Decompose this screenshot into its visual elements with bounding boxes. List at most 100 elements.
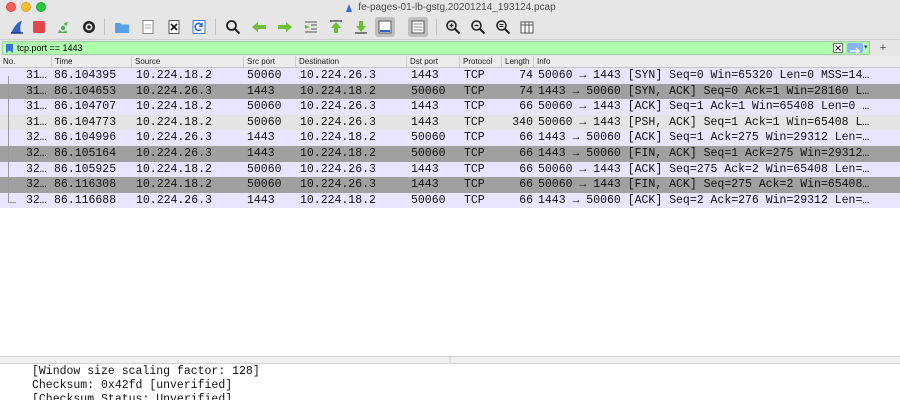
table-row[interactable]: 31… 86.104395 10.224.18.2 50060 10.224.26.3 1… bbox=[0, 68, 900, 84]
save-file-button[interactable] bbox=[139, 18, 157, 36]
detail-line[interactable]: [Window size scaling factor: 128] bbox=[32, 364, 260, 379]
zoom-in-button[interactable] bbox=[444, 18, 462, 36]
packet-length: 74 bbox=[519, 69, 533, 82]
autoscroll-button[interactable] bbox=[375, 17, 395, 37]
bookmark-icon[interactable] bbox=[6, 44, 13, 53]
table-row[interactable]: 32… 86.116688 10.224.26.3 1443 10.224.18.2 50… bbox=[0, 192, 900, 209]
toolbar-separator bbox=[436, 19, 437, 35]
detail-line[interactable]: [Checksum Status: Unverified] bbox=[32, 392, 232, 400]
packet-destination: 10.224.18.2 bbox=[300, 131, 376, 145]
goto-icon bbox=[305, 21, 317, 33]
detail-line[interactable]: Checksum: 0x42fd [unverified] bbox=[32, 378, 232, 393]
plus-icon[interactable]: + bbox=[876, 40, 890, 56]
colorize-button[interactable] bbox=[408, 17, 428, 37]
packet-length: 74 bbox=[519, 84, 533, 98]
folder-icon bbox=[115, 23, 129, 33]
autoscroll-icon bbox=[378, 20, 392, 34]
clear-x-icon[interactable] bbox=[833, 43, 843, 53]
packet-source: 10.224.18.2 bbox=[136, 178, 212, 192]
reload-file-button[interactable] bbox=[190, 18, 208, 36]
packet-protocol: TCP bbox=[464, 100, 485, 114]
packet-protocol: TCP bbox=[464, 147, 485, 160]
packet-src-port: 50060 bbox=[247, 69, 282, 82]
packet-info: 50060 → 1443 [SYN] Seq=0 Win=65320 Len=0… bbox=[538, 69, 870, 82]
window-title-area: fe-pages-01-lb-gstg.20201214_193124.pcap bbox=[0, 0, 900, 14]
pane-splitter[interactable]: ⋮ bbox=[0, 356, 900, 364]
packet-src-port: 1443 bbox=[247, 84, 275, 98]
packet-source: 10.224.18.2 bbox=[136, 100, 212, 114]
capture-options-button[interactable] bbox=[80, 18, 98, 36]
chevron-down-icon[interactable]: ▾ bbox=[864, 43, 870, 53]
restart-fin-icon bbox=[58, 22, 68, 33]
last-packet-button[interactable] bbox=[352, 18, 370, 36]
list-lines-icon bbox=[411, 20, 425, 34]
packet-protocol: TCP bbox=[464, 115, 485, 129]
table-row[interactable]: 31… 86.104707 10.224.18.2 50060 10.224.26.3 1… bbox=[0, 99, 900, 115]
packet-protocol: TCP bbox=[464, 69, 485, 82]
first-packet-button[interactable] bbox=[327, 18, 345, 36]
go-to-packet-button[interactable] bbox=[302, 18, 320, 36]
conversation-bracket bbox=[8, 76, 9, 203]
column-header-length[interactable]: Length bbox=[502, 56, 534, 67]
table-row[interactable]: 31… 86.104773 10.224.18.2 50060 10.224.26.3 1… bbox=[0, 114, 900, 131]
packet-length: 66 bbox=[519, 131, 533, 145]
column-header-destination[interactable]: Destination bbox=[296, 56, 407, 67]
packet-list: 31… 86.104395 10.224.18.2 50060 10.224.26.3 1… bbox=[0, 68, 900, 356]
packet-list-header: No. Time Source Src port Destination Dst… bbox=[0, 56, 900, 68]
toolbar-separator bbox=[215, 19, 216, 35]
packet-time: 86.104395 bbox=[54, 69, 117, 82]
column-header-info[interactable]: Info bbox=[534, 56, 900, 67]
main-toolbar bbox=[0, 14, 900, 40]
shark-fin-icon bbox=[11, 21, 23, 34]
display-filter-input[interactable]: tcp.port == 1443 ▾ bbox=[2, 41, 870, 55]
zoom-out-button[interactable] bbox=[469, 18, 487, 36]
open-file-button[interactable] bbox=[113, 18, 131, 36]
column-header-time[interactable]: Time bbox=[52, 56, 132, 67]
find-packet-button[interactable] bbox=[224, 18, 242, 36]
arrow-up-bar-icon bbox=[330, 20, 342, 33]
packet-src-port: 1443 bbox=[247, 193, 275, 207]
packet-protocol: TCP bbox=[464, 178, 485, 192]
packet-info: 1443 → 50060 [FIN, ACK] Seq=1 Ack=275 Wi… bbox=[538, 147, 870, 160]
resize-columns-button[interactable] bbox=[518, 18, 536, 36]
column-header-no[interactable]: No. bbox=[0, 56, 52, 67]
packet-number: 32… bbox=[26, 131, 47, 145]
apply-filter-button[interactable] bbox=[847, 43, 863, 55]
packet-number: 31… bbox=[26, 84, 47, 98]
packet-time: 86.104773 bbox=[54, 115, 117, 129]
column-header-dst-port[interactable]: Dst port bbox=[407, 56, 460, 67]
normal-size-button[interactable] bbox=[494, 18, 512, 36]
packet-source: 10.224.26.3 bbox=[136, 131, 212, 145]
packet-length: 66 bbox=[519, 147, 533, 160]
packet-destination: 10.224.18.2 bbox=[300, 193, 376, 207]
table-row[interactable]: 32… 86.105925 10.224.18.2 50060 10.224.26.3 1… bbox=[0, 161, 900, 178]
packet-dst-port: 50060 bbox=[411, 84, 446, 98]
stop-capture-button[interactable] bbox=[30, 18, 48, 36]
zoom-reset-icon bbox=[496, 20, 511, 35]
go-forward-button[interactable] bbox=[276, 18, 294, 36]
splitter-handle-icon[interactable]: ⋮ bbox=[447, 357, 453, 363]
table-row[interactable]: 32… 86.104996 10.224.26.3 1443 10.224.18.2 50… bbox=[0, 130, 900, 146]
display-filter-value[interactable]: tcp.port == 1443 bbox=[17, 42, 83, 54]
table-row[interactable]: 31… 86.104653 10.224.26.3 1443 10.224.18.2 50… bbox=[0, 83, 900, 100]
close-file-button[interactable] bbox=[165, 18, 183, 36]
packet-protocol: TCP bbox=[464, 84, 485, 98]
start-capture-button[interactable] bbox=[8, 18, 26, 36]
packet-destination: 10.224.26.3 bbox=[300, 178, 376, 192]
arrow-right-icon bbox=[278, 22, 292, 32]
gear-icon bbox=[83, 21, 95, 33]
column-header-src-port[interactable]: Src port bbox=[244, 56, 296, 67]
restart-capture-button[interactable] bbox=[54, 18, 72, 36]
table-row[interactable]: 32… 86.116308 10.224.18.2 50060 10.224.26.3 1… bbox=[0, 177, 900, 193]
column-header-protocol[interactable]: Protocol bbox=[460, 56, 502, 67]
table-row[interactable]: 32… 86.105164 10.224.26.3 1443 10.224.18.2 50… bbox=[0, 146, 900, 162]
close-file-icon bbox=[168, 20, 180, 34]
packet-src-port: 50060 bbox=[247, 100, 282, 114]
packet-dst-port: 50060 bbox=[411, 131, 446, 145]
go-back-button[interactable] bbox=[250, 18, 268, 36]
packet-number: 31… bbox=[26, 100, 47, 114]
column-header-source[interactable]: Source bbox=[132, 56, 244, 67]
wireshark-file-icon bbox=[346, 4, 353, 12]
packet-source: 10.224.26.3 bbox=[136, 147, 212, 160]
zoom-out-icon bbox=[471, 20, 486, 35]
